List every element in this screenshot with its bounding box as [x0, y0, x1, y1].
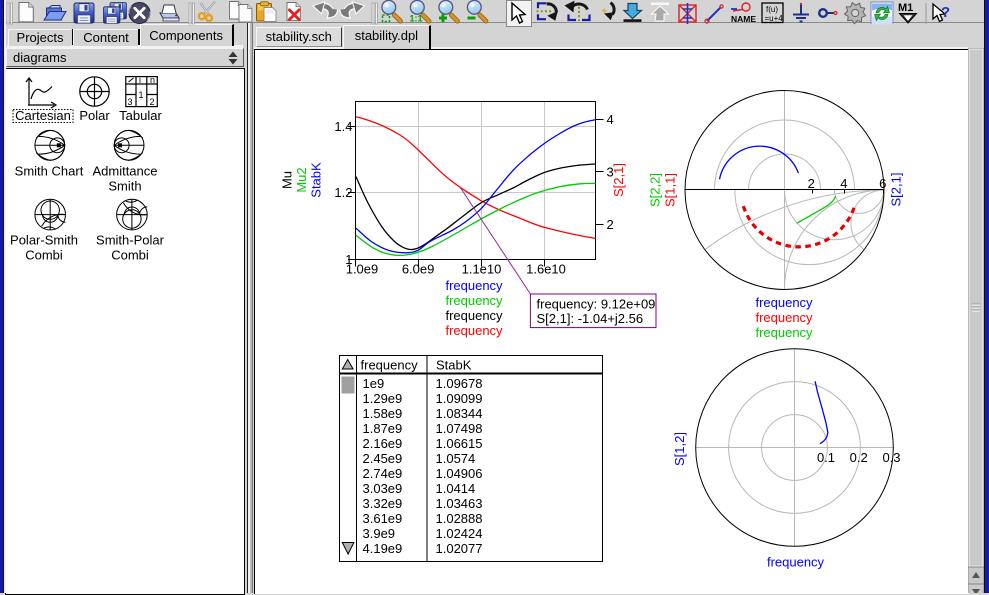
svg-text:1.4: 1.4	[334, 119, 352, 134]
svg-text:4: 4	[607, 112, 614, 127]
svg-text:frequency: frequency	[755, 325, 813, 340]
svg-text:3.9e9: 3.9e9	[363, 526, 396, 541]
svg-text:1.58e9: 1.58e9	[363, 406, 403, 421]
svg-text:1.0414: 1.0414	[436, 481, 476, 496]
svg-text:1.29e9: 1.29e9	[363, 391, 403, 406]
svg-text:6: 6	[879, 176, 886, 191]
svg-text:frequency: 9.12e+09: frequency: 9.12e+09	[537, 297, 656, 312]
svg-text:0.1: 0.1	[817, 450, 835, 465]
svg-text:i: i	[139, 75, 141, 85]
svg-text:4: 4	[840, 176, 847, 191]
svg-text:frequency: frequency	[755, 295, 813, 310]
svg-text:1.03463: 1.03463	[436, 496, 483, 511]
svg-text:1.02077: 1.02077	[436, 541, 483, 556]
svg-text:frequency: frequency	[755, 310, 813, 325]
svg-text:S[2,1]: -1.04+j2.56: S[2,1]: -1.04+j2.56	[537, 311, 644, 326]
svg-text:1.08344: 1.08344	[436, 406, 483, 421]
svg-text:S[1,2]: S[1,2]	[672, 432, 687, 466]
svg-text:1.2: 1.2	[334, 185, 352, 200]
svg-text:StabK: StabK	[436, 358, 472, 373]
svg-text:1.04906: 1.04906	[436, 466, 483, 481]
svg-text:?: ?	[941, 4, 950, 21]
svg-text:2: 2	[607, 217, 614, 232]
svg-text:NAME: NAME	[731, 14, 756, 24]
svg-text:=u+4: =u+4	[765, 14, 784, 23]
svg-text:0.3: 0.3	[882, 450, 900, 465]
svg-text:Smith Chart: Smith Chart	[15, 164, 84, 179]
svg-text:1.87e9: 1.87e9	[363, 421, 403, 436]
svg-text:3.61e9: 3.61e9	[363, 511, 403, 526]
svg-text:S[2,2]: S[2,2]	[647, 173, 662, 207]
svg-text:Combi: Combi	[111, 248, 149, 263]
svg-text:3.32e9: 3.32e9	[363, 496, 403, 511]
svg-text:1: 1	[139, 90, 144, 100]
svg-text:1.02424: 1.02424	[436, 526, 483, 541]
svg-text:1.02888: 1.02888	[436, 511, 483, 526]
svg-text:frequency: frequency	[445, 323, 503, 338]
svg-text:3: 3	[128, 97, 133, 107]
svg-text:2.74e9: 2.74e9	[363, 466, 403, 481]
svg-text:Smith: Smith	[108, 179, 141, 194]
svg-text:1.6e10: 1.6e10	[526, 262, 566, 277]
svg-text:Tabular: Tabular	[119, 108, 162, 123]
svg-text:S[2,1]: S[2,1]	[888, 173, 903, 207]
svg-text:1.09099: 1.09099	[436, 391, 483, 406]
svg-text:1.06615: 1.06615	[436, 436, 483, 451]
svg-text:2: 2	[150, 97, 155, 107]
svg-text:StabK: StabK	[309, 162, 324, 198]
svg-text:1.0574: 1.0574	[436, 451, 476, 466]
svg-text:1.1e10: 1.1e10	[462, 262, 502, 277]
svg-text:frequency: frequency	[445, 308, 503, 323]
svg-text:n: n	[150, 75, 155, 85]
svg-text:f(u): f(u)	[766, 5, 778, 14]
svg-text:0.2: 0.2	[850, 450, 868, 465]
svg-text:frequency: frequency	[445, 293, 503, 308]
svg-text:M1: M1	[898, 2, 913, 14]
svg-text:6.0e9: 6.0e9	[402, 262, 435, 277]
svg-text:Polar-Smith: Polar-Smith	[10, 233, 78, 248]
svg-text:Mu: Mu	[280, 171, 295, 189]
svg-text:Cartesian: Cartesian	[15, 108, 71, 123]
svg-text:Mu2: Mu2	[294, 167, 309, 192]
svg-text:3.03e9: 3.03e9	[363, 481, 403, 496]
svg-text:2.45e9: 2.45e9	[363, 451, 403, 466]
svg-text:frequency: frequency	[767, 555, 825, 570]
svg-text:1.0e9: 1.0e9	[346, 262, 379, 277]
svg-text:S[1,1]: S[1,1]	[662, 173, 677, 207]
svg-text:S[2,1]: S[2,1]	[611, 163, 626, 197]
svg-text:frequency: frequency	[445, 278, 503, 293]
svg-text:Smith-Polar: Smith-Polar	[96, 233, 165, 248]
svg-text:1.09678: 1.09678	[436, 376, 483, 391]
svg-text:Polar: Polar	[79, 108, 110, 123]
svg-text:Admittance: Admittance	[92, 164, 157, 179]
svg-text:2: 2	[808, 176, 815, 191]
svg-text:2.16e9: 2.16e9	[363, 436, 403, 451]
svg-text:1.07498: 1.07498	[436, 421, 483, 436]
svg-text:frequency: frequency	[361, 358, 419, 373]
svg-text:1e9: 1e9	[363, 376, 385, 391]
svg-text:1:1: 1:1	[410, 14, 423, 24]
svg-text:4.19e9: 4.19e9	[363, 541, 403, 556]
svg-text:Combi: Combi	[25, 248, 63, 263]
